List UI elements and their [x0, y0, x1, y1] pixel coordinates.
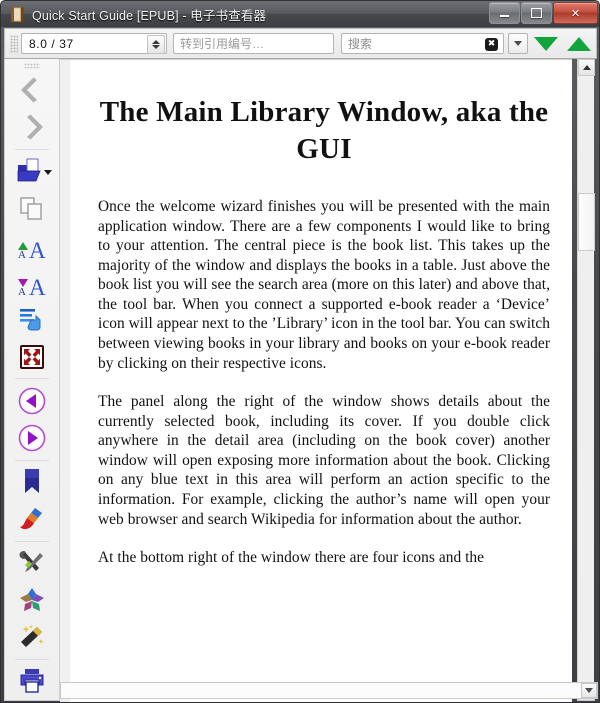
svg-text:A: A — [29, 238, 46, 260]
sidebar-divider — [15, 658, 49, 660]
title-bar[interactable]: Quick Start Guide [EPUB] - 电子书查看器 ✕ — [1, 1, 599, 27]
svg-text:A: A — [18, 286, 26, 297]
goto-reference-input[interactable]: 转到引用编号… — [173, 33, 334, 54]
inspector-button[interactable] — [10, 619, 54, 656]
bookmark-icon — [25, 469, 39, 494]
scroll-up-button[interactable] — [578, 59, 595, 76]
scroll-right-button[interactable] — [581, 683, 597, 698]
paintbrush-icon — [20, 508, 42, 530]
close-icon: ✕ — [570, 7, 581, 20]
colored-flower-icon — [20, 588, 44, 612]
open-book-button[interactable] — [10, 153, 54, 190]
document-viewport[interactable]: The Main Library Window, aka the GUI Onc… — [60, 59, 572, 702]
increase-font-size-icon: A A — [18, 238, 46, 260]
horizontal-scrollbar[interactable] — [60, 682, 598, 699]
triangle-down-icon — [534, 36, 558, 51]
sidebar-divider — [15, 459, 49, 461]
search-history-dropdown[interactable] — [508, 33, 528, 54]
search-input[interactable]: 搜索 ✖ — [341, 33, 504, 54]
stepper-down-icon — [152, 45, 160, 49]
page-canvas: The Main Library Window, aka the GUI Onc… — [70, 60, 572, 702]
sidebar-divider — [15, 149, 49, 150]
window-controls: ✕ — [488, 2, 598, 24]
page-position-stepper[interactable] — [147, 35, 165, 54]
triangle-up-icon — [567, 36, 591, 51]
page-title: The Main Library Window, aka the GUI — [99, 96, 549, 165]
clear-search-icon[interactable]: ✖ — [485, 38, 498, 51]
sidebar-divider — [15, 378, 49, 380]
decrease-font-button[interactable]: A A — [10, 264, 54, 301]
paragraph: The panel along the right of the window … — [98, 393, 550, 528]
scroll-right-icon — [585, 688, 593, 693]
table-of-contents-icon — [20, 308, 41, 331]
forward-button[interactable] — [10, 109, 54, 146]
svg-text:A: A — [29, 275, 46, 297]
sidebar-drag-handle[interactable] — [24, 63, 40, 69]
scroll-up-icon — [582, 65, 591, 70]
toolbar-drag-handle[interactable] — [10, 34, 18, 53]
previous-page-button[interactable] — [10, 382, 54, 419]
chevron-right-icon — [27, 114, 43, 140]
sidebar-divider — [15, 540, 49, 542]
fullscreen-button[interactable] — [10, 338, 54, 375]
decrease-font-size-icon: A A — [18, 275, 46, 297]
stepper-up-icon — [152, 40, 160, 44]
next-match-button[interactable] — [531, 31, 561, 57]
tool-sidebar: A A A A — [4, 59, 60, 701]
ebook-viewer-window: Quick Start Guide [EPUB] - 电子书查看器 ✕ 8.0 … — [0, 0, 600, 703]
toc-button[interactable] — [10, 301, 54, 338]
paragraph: Once the welcome wizard finishes you wil… — [98, 198, 550, 372]
preferences-button[interactable] — [10, 545, 54, 582]
wrench-screwdriver-icon — [19, 551, 43, 573]
vertical-scrollbar[interactable] — [577, 59, 595, 701]
maximize-button[interactable] — [521, 2, 552, 24]
minimize-button[interactable] — [489, 2, 520, 24]
vertical-scroll-thumb[interactable] — [578, 193, 595, 251]
page-position-spinbox[interactable]: 8.0 / 37 — [21, 33, 167, 54]
close-button[interactable]: ✕ — [553, 2, 598, 24]
copy-button[interactable] — [10, 190, 54, 227]
increase-font-button[interactable]: A A — [10, 227, 54, 264]
chevron-down-icon[interactable] — [44, 169, 52, 175]
printer-icon — [20, 669, 44, 694]
paragraph: At the bottom right of the window there … — [98, 549, 485, 567]
page-position-value: 8.0 / 37 — [29, 36, 74, 51]
chevron-down-icon — [514, 41, 522, 46]
book-icon — [10, 6, 25, 23]
svg-text:A: A — [18, 249, 26, 260]
previous-match-button[interactable] — [564, 31, 594, 57]
next-page-button[interactable] — [10, 420, 54, 457]
window-title: Quick Start Guide [EPUB] - 电子书查看器 — [32, 8, 267, 23]
print-button[interactable] — [10, 663, 54, 700]
chevron-left-icon — [21, 77, 37, 103]
circle-left-arrow-icon — [18, 387, 46, 415]
bookmark-button[interactable] — [10, 464, 54, 501]
search-placeholder: 搜索 — [348, 37, 373, 51]
magic-wand-icon — [21, 625, 44, 648]
toolbar: 8.0 / 37 转到引用编号… 搜索 ✖ — [4, 28, 597, 59]
reference-mode-button[interactable] — [10, 582, 54, 619]
copy-pages-icon — [20, 196, 42, 220]
document-content: The Main Library Window, aka the GUI Onc… — [98, 94, 550, 587]
back-button[interactable] — [10, 72, 54, 109]
circle-right-arrow-icon — [18, 424, 46, 452]
goto-reference-placeholder: 转到引用编号… — [180, 37, 265, 51]
highlight-button[interactable] — [10, 501, 54, 538]
fullscreen-icon — [20, 344, 44, 369]
